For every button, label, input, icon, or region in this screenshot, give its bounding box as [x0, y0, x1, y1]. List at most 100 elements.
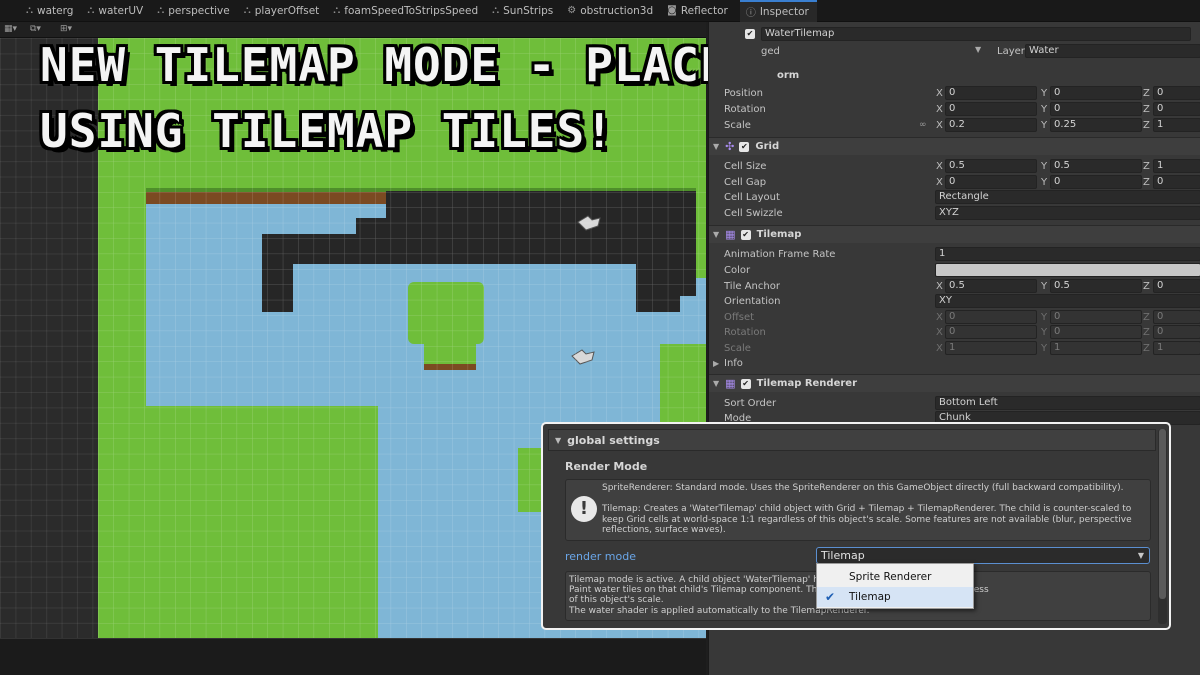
foldout-arrow-icon[interactable]: ▼: [713, 379, 719, 388]
renderer-icon: ▦: [725, 377, 736, 390]
view-options-icon[interactable]: ⊞▾: [60, 24, 72, 34]
position-z-field[interactable]: 0: [1153, 86, 1200, 100]
cell-gap-z-field[interactable]: 0: [1153, 175, 1200, 189]
tag-dropdown-arrow-icon[interactable]: ▼: [975, 45, 981, 54]
tab-label: SunStrips: [503, 4, 554, 17]
render-mode-help-text: SpriteRenderer: Standard mode. Uses the …: [602, 483, 1132, 535]
cell-gap-x-field[interactable]: 0: [945, 175, 1037, 189]
cell-size-y-field[interactable]: 0.5: [1050, 159, 1142, 173]
scrollbar-thumb[interactable]: [1159, 429, 1166, 599]
orientation-dropdown[interactable]: XY: [935, 294, 1200, 308]
option-label: Tilemap: [849, 591, 891, 603]
object-header: ✔ WaterTilemap: [709, 26, 1200, 42]
cell-layout-dropdown[interactable]: Rectangle: [935, 190, 1200, 204]
axis-z-label: Z: [1143, 103, 1150, 115]
tool-dropdown-icon[interactable]: ▦▾: [4, 24, 17, 34]
axis-z-label: Z: [1143, 342, 1150, 354]
render-mode-value: Tilemap: [821, 549, 865, 562]
tab-perspective[interactable]: ⛬ perspective: [151, 0, 238, 22]
scale-z-field[interactable]: 1: [1153, 118, 1200, 132]
render-mode-options-menu: Sprite Renderer ✔ Tilemap: [816, 563, 974, 609]
axis-z-label: Z: [1143, 87, 1150, 99]
tab-playeroffset[interactable]: ⛬ playerOffset: [238, 0, 328, 22]
axis-z-label: Z: [1143, 326, 1150, 338]
color-swatch[interactable]: [935, 263, 1200, 277]
scale-x-field[interactable]: 0.2: [945, 118, 1037, 132]
tab-inspector[interactable]: ⓘ Inspector: [739, 0, 817, 22]
rotation-z-field[interactable]: 0: [1153, 102, 1200, 116]
tilemap-enabled-checkbox[interactable]: ✔: [740, 229, 751, 240]
transform-header-label: orm: [777, 69, 800, 81]
tile-anchor-z-field[interactable]: 0: [1153, 279, 1200, 293]
render-mode-helpbox: ! SpriteRenderer: Standard mode. Uses th…: [565, 479, 1151, 541]
chevron-down-icon: ▼: [1137, 551, 1144, 560]
foldout-arrow-icon[interactable]: ▼: [713, 142, 719, 151]
axis-x-label: X: [936, 160, 943, 172]
tab-sunstrips[interactable]: ⛬ SunStrips: [486, 0, 561, 22]
animation-frame-rate-field[interactable]: 1: [935, 247, 1200, 261]
position-y-field[interactable]: 0: [1050, 86, 1142, 100]
tab-waterg[interactable]: ⛬ waterg: [20, 0, 81, 22]
option-label: Sprite Renderer: [849, 571, 932, 583]
global-settings-title: global settings: [567, 433, 660, 447]
link-scale-icon[interactable]: ∞: [919, 120, 927, 130]
transform-header[interactable]: orm: [709, 67, 1200, 83]
axis-y-label: Y: [1041, 119, 1048, 131]
position-x-field[interactable]: 0: [945, 86, 1037, 100]
grid-header-label: Grid: [755, 141, 780, 152]
object-name-field[interactable]: WaterTilemap: [761, 27, 1191, 41]
tile-anchor-x-field[interactable]: 0.5: [945, 279, 1037, 293]
foldout-arrow-icon[interactable]: ▼: [713, 230, 719, 239]
tab-label: obstruction3d: [580, 4, 654, 17]
cell-swizzle-dropdown[interactable]: XYZ: [935, 206, 1200, 220]
scale-y-field[interactable]: 0.25: [1050, 118, 1142, 132]
tab-foamspeed[interactable]: ⛬ foamSpeedToStripsSpeed: [327, 0, 486, 22]
tab-wateruv[interactable]: ⛬ waterUV: [81, 0, 151, 22]
cell-gap-y-field[interactable]: 0: [1050, 175, 1142, 189]
tab-label: perspective: [168, 4, 230, 17]
rotation-y-field[interactable]: 0: [1050, 102, 1142, 116]
axis-z-label: Z: [1143, 280, 1150, 292]
cell-size-x-field[interactable]: 0.5: [945, 159, 1037, 173]
grid-enabled-checkbox[interactable]: ✔: [739, 141, 750, 152]
tilemap-rotation-z-field: 0: [1153, 325, 1200, 339]
tab-label: playerOffset: [254, 4, 320, 17]
option-sprite-renderer[interactable]: Sprite Renderer: [817, 567, 973, 587]
layer-dropdown[interactable]: Water: [1025, 44, 1200, 58]
sort-order-row: Sort Order Bottom Left: [709, 395, 1200, 411]
tab-reflector[interactable]: ◙ Reflector: [661, 0, 736, 22]
cell-layout-row: Cell Layout Rectangle: [709, 189, 1200, 205]
axis-z-label: Z: [1143, 176, 1150, 188]
axis-y-label: Y: [1041, 103, 1048, 115]
foldout-arrow-icon[interactable]: ▼: [555, 436, 561, 445]
foldout-arrow-icon[interactable]: ▶: [713, 359, 719, 368]
scene-toolbar: ▦▾ ⧉▾ ⊞▾: [0, 22, 706, 38]
active-checkbox[interactable]: ✔: [745, 29, 755, 39]
tab-obstruction3d[interactable]: ⚙ obstruction3d: [561, 0, 661, 22]
rotation-x-field[interactable]: 0: [945, 102, 1037, 116]
axis-x-label: X: [936, 87, 943, 99]
option-tilemap[interactable]: ✔ Tilemap: [817, 587, 973, 607]
renderer-enabled-checkbox[interactable]: ✔: [740, 378, 751, 389]
gizmo-toggle-icon[interactable]: ⧉▾: [30, 24, 41, 34]
render-mode-dropdown[interactable]: Tilemap ▼: [816, 547, 1150, 564]
overlay-title-line2: USING TILEMAP TILES!: [40, 104, 614, 158]
cell-gap-row: Cell Gap X 0 Y 0 Z 0: [709, 174, 1200, 190]
cell-size-z-field[interactable]: 1: [1153, 159, 1200, 173]
tilemap-component-header[interactable]: ▼ ▦ ✔ Tilemap: [709, 225, 1200, 243]
tab-label: Inspector: [759, 5, 809, 18]
tilemap-rotation-row: Rotation X 0 Y 0 Z 0: [709, 324, 1200, 340]
grid-icon: ✣: [725, 140, 735, 153]
global-settings-header[interactable]: ▼ global settings: [548, 429, 1156, 451]
scene-bottom-bar: [0, 638, 706, 675]
grid-component-header[interactable]: ▼ ✣ ✔ Grid: [709, 137, 1200, 155]
tile-anchor-y-field[interactable]: 0.5: [1050, 279, 1142, 293]
info-foldout[interactable]: ▶ Info: [709, 355, 1200, 371]
tilemap-renderer-header[interactable]: ▼ ▦ ✔ Tilemap Renderer: [709, 374, 1200, 392]
offset-row: Offset X 0 Y 0 Z 0: [709, 309, 1200, 325]
scrollbar[interactable]: [1158, 429, 1167, 624]
cell-size-label: Cell Size: [724, 160, 767, 172]
sort-order-dropdown[interactable]: Bottom Left: [935, 396, 1200, 410]
tilemap-scale-label: Scale: [724, 342, 751, 354]
animation-frame-rate-row: Animation Frame Rate 1: [709, 246, 1200, 262]
